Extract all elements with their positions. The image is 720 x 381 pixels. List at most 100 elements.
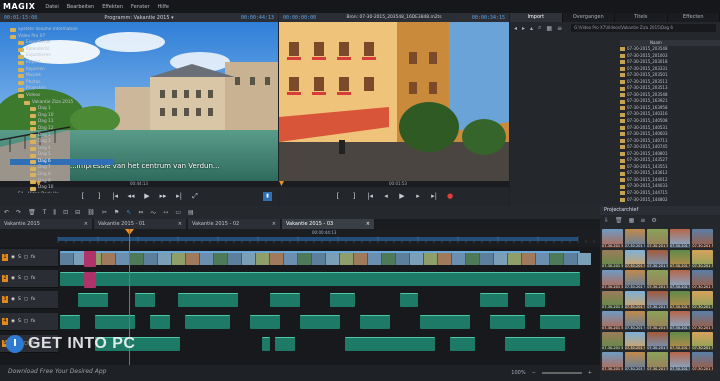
jump-end-icon[interactable]: ▸|: [175, 192, 184, 200]
clip-marker[interactable]: [84, 272, 96, 288]
tree-item[interactable]: Dag 5: [10, 152, 114, 159]
audio-clip[interactable]: [275, 337, 295, 351]
range-tool-icon[interactable]: ⇔: [138, 209, 143, 216]
audio-clip[interactable]: [490, 315, 525, 329]
bin-thumbnail[interactable]: 07-30-201 5_1506...: [624, 331, 646, 350]
file-item[interactable]: 07-30-2015_144802: [620, 197, 720, 204]
bin-thumbnail[interactable]: 07-30-201 5_1441...: [669, 290, 691, 309]
source-ruler[interactable]: 00:01:53: [279, 181, 509, 187]
tree-item[interactable]: Exportieren: [10, 53, 114, 60]
prev-frame-icon[interactable]: ◂◂: [127, 192, 136, 200]
audio-clip[interactable]: [78, 293, 108, 307]
tab-import[interactable]: Import: [510, 13, 563, 22]
bin-thumbnail[interactable]: 07-30-201 5_1450...: [624, 311, 646, 330]
audio-clip[interactable]: [185, 315, 230, 329]
bin-thumbnail[interactable]: 07-30-201 5_1418...: [647, 270, 668, 289]
bin-thumbnail[interactable]: 07-30-201 5_1412...: [602, 270, 623, 289]
bin-thumbnail[interactable]: 07-30-201 5_1421...: [669, 270, 691, 289]
source-jump-end-icon[interactable]: ▸|: [430, 192, 439, 200]
source-out-point-icon[interactable]: ]: [350, 192, 359, 200]
bin-thumbnail[interactable]: 07-30-201 5_1502...: [602, 331, 623, 350]
out-point-icon[interactable]: ]: [95, 192, 104, 200]
effect-icon[interactable]: fx: [31, 319, 35, 324]
audio-clip[interactable]: [480, 293, 508, 307]
bin-thumbnail[interactable]: 07-30-201 5_1415...: [624, 270, 646, 289]
bin-thumbnail[interactable]: 07-30-201 5_1358...: [624, 249, 646, 268]
audio-clip[interactable]: [540, 315, 580, 329]
source-in-point-icon[interactable]: [: [334, 192, 343, 200]
video-clip[interactable]: [60, 251, 591, 265]
audio-clip[interactable]: [135, 293, 155, 307]
menu-effects[interactable]: Effekten: [98, 4, 127, 10]
source-jump-start-icon[interactable]: |◂: [366, 192, 375, 200]
audio-clip[interactable]: [420, 315, 470, 329]
tree-item[interactable]: Exportierte: [10, 40, 114, 47]
bin-thumbnail[interactable]: 07-30-201 5_1525...: [647, 352, 668, 371]
bin-thumbnail[interactable]: 07-30-201 5_1459...: [692, 311, 713, 330]
audio-clip[interactable]: [262, 337, 270, 351]
source-prev-icon[interactable]: ◂: [382, 192, 391, 200]
bin-thumbnail[interactable]: 07-30-201 5_1455...: [669, 311, 691, 330]
search-icon[interactable]: ⌕: [538, 24, 541, 32]
source-ruler-marker[interactable]: [279, 181, 284, 186]
audio-clip[interactable]: [178, 293, 238, 307]
timeline-tab-4[interactable]: Vakantie 2015 - 03 ×: [282, 219, 374, 229]
next-frame-icon[interactable]: ▸▸: [159, 192, 168, 200]
audio-clip[interactable]: [330, 293, 355, 307]
delete-clip-icon[interactable]: 🗑: [615, 217, 623, 224]
tree-item[interactable]: Projecten: [10, 86, 114, 93]
bin-thumbnail[interactable]: 07-30-201 5_1528...: [669, 352, 691, 371]
curve-tool-icon[interactable]: 〜: [150, 208, 156, 217]
tab-titles[interactable]: Titels: [615, 13, 668, 22]
tree-item[interactable]: Dag 1: [10, 106, 114, 113]
tree-item[interactable]: Dag 8: [10, 172, 114, 179]
close-icon[interactable]: ×: [178, 219, 182, 229]
program-mode-icon[interactable]: ▮: [263, 191, 272, 201]
solo-icon[interactable]: S: [18, 297, 21, 302]
solo-icon[interactable]: S: [18, 276, 21, 281]
audio-clip[interactable]: [250, 315, 280, 329]
timeline-tab-3[interactable]: Vakantie 2015 - 02 ×: [188, 219, 280, 229]
timeline-tab-1[interactable]: Vakantie 2015 ×: [0, 219, 92, 229]
audio-clip[interactable]: [345, 337, 435, 351]
tree-item[interactable]: Dag 10: [10, 185, 114, 192]
storyboard-mode-icon[interactable]: ▤: [188, 209, 194, 216]
bin-list-icon[interactable]: ≡: [640, 217, 645, 224]
effect-icon[interactable]: fx: [31, 255, 35, 260]
bin-thumbnail[interactable]: 07-30-201 5_1453...: [647, 311, 668, 330]
bin-thumbnail[interactable]: 07-30-201 5_1425...: [692, 270, 713, 289]
program-title[interactable]: Programm: Vakantie 2015 ▾: [104, 15, 173, 21]
audio-clip[interactable]: [505, 337, 565, 351]
zoom-in-icon[interactable]: +: [588, 370, 592, 376]
timeline-ruler[interactable]: 00:00:44:13: [0, 229, 600, 247]
tree-item[interactable]: Dag 2: [10, 133, 114, 140]
lock-icon[interactable]: ▢: [24, 297, 28, 302]
lock-icon[interactable]: ▢: [24, 319, 28, 324]
marker-icon[interactable]: ⚑: [114, 209, 119, 216]
bin-thumbnail[interactable]: 07-30-201 5_1432...: [624, 290, 646, 309]
bin-thumbnail[interactable]: 07-30-201 5_1443...: [692, 290, 713, 309]
track-header[interactable]: 1 ◉ S ▢ fx: [0, 249, 58, 267]
source-next-icon[interactable]: ▸: [414, 192, 423, 200]
undo-icon[interactable]: ↶: [4, 209, 9, 216]
bin-thumbnail[interactable]: 07-30-201 5_1531...: [692, 352, 713, 371]
folder-up-icon[interactable]: ▴: [530, 25, 533, 32]
close-icon[interactable]: ×: [366, 219, 370, 229]
split-icon[interactable]: ⫼: [53, 209, 56, 217]
bin-settings-icon[interactable]: ⚙: [651, 217, 656, 224]
lock-icon[interactable]: ▢: [24, 276, 28, 281]
bin-thumbnail[interactable]: 07-30-201 5_1512...: [669, 331, 691, 350]
solo-icon[interactable]: S: [18, 255, 21, 260]
solo-icon[interactable]: S: [18, 319, 21, 324]
lock-icon[interactable]: ▢: [24, 255, 28, 260]
bin-thumbnail[interactable]: 07-30-201 5_1521...: [624, 352, 646, 371]
mute-icon[interactable]: ◉: [11, 276, 15, 281]
ungroup-icon[interactable]: ⊟: [75, 209, 80, 216]
bin-thumbnail[interactable]: 07-30-201 5_1447...: [602, 311, 623, 330]
audio-clip[interactable]: [525, 293, 545, 307]
zoom-slider[interactable]: [541, 372, 582, 374]
tree-item[interactable]: Vakantie Ziza 2015: [10, 100, 114, 107]
clip-marker[interactable]: [84, 251, 96, 267]
timeline-tab-2[interactable]: Vakantie 2015 - 01 ×: [94, 219, 186, 229]
in-point-icon[interactable]: [: [79, 192, 88, 200]
